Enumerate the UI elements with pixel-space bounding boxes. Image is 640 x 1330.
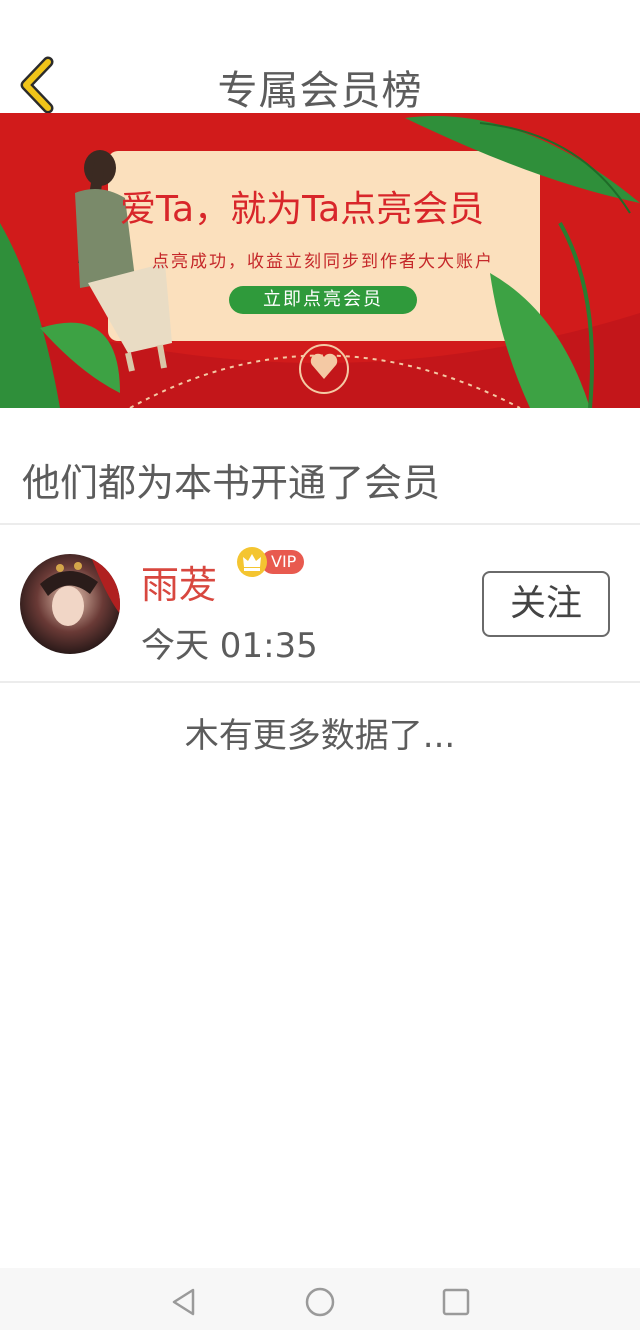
no-more-data-text: 木有更多数据了...	[184, 716, 456, 756]
nav-back-button[interactable]	[166, 1284, 202, 1320]
divider	[0, 523, 640, 525]
light-up-membership-button[interactable]: 立即点亮会员	[229, 286, 417, 314]
section-title: 他们都为本书开通了会员	[22, 461, 441, 505]
app-header: 专属会员榜	[0, 0, 640, 114]
page-title: 专属会员榜	[217, 68, 423, 114]
member-name[interactable]: 雨茇	[141, 554, 217, 609]
banner-headline: 爱Ta，就为Ta点亮会员	[120, 189, 485, 230]
follow-button[interactable]: 关注	[482, 571, 610, 637]
circle-home-icon	[305, 1287, 335, 1317]
vip-label: VIP	[261, 550, 305, 574]
divider	[0, 681, 640, 683]
avatar[interactable]	[20, 554, 120, 654]
nav-recents-button[interactable]	[438, 1284, 474, 1320]
membership-banner[interactable]: 爱Ta，就为Ta点亮会员 点亮成功，收益立刻同步到作者大大账户 立即点亮会员	[0, 113, 640, 408]
member-join-time: 今天 01:35	[141, 626, 318, 666]
banner-subtitle: 点亮成功，收益立刻同步到作者大大账户	[152, 252, 494, 272]
nav-home-button[interactable]	[302, 1284, 338, 1320]
avatar-image	[20, 554, 120, 654]
square-recents-icon	[442, 1288, 470, 1316]
vip-badge: VIP	[237, 547, 307, 577]
triangle-back-icon	[172, 1288, 195, 1316]
system-navigation-bar	[0, 1268, 640, 1330]
crown-icon	[237, 547, 267, 577]
